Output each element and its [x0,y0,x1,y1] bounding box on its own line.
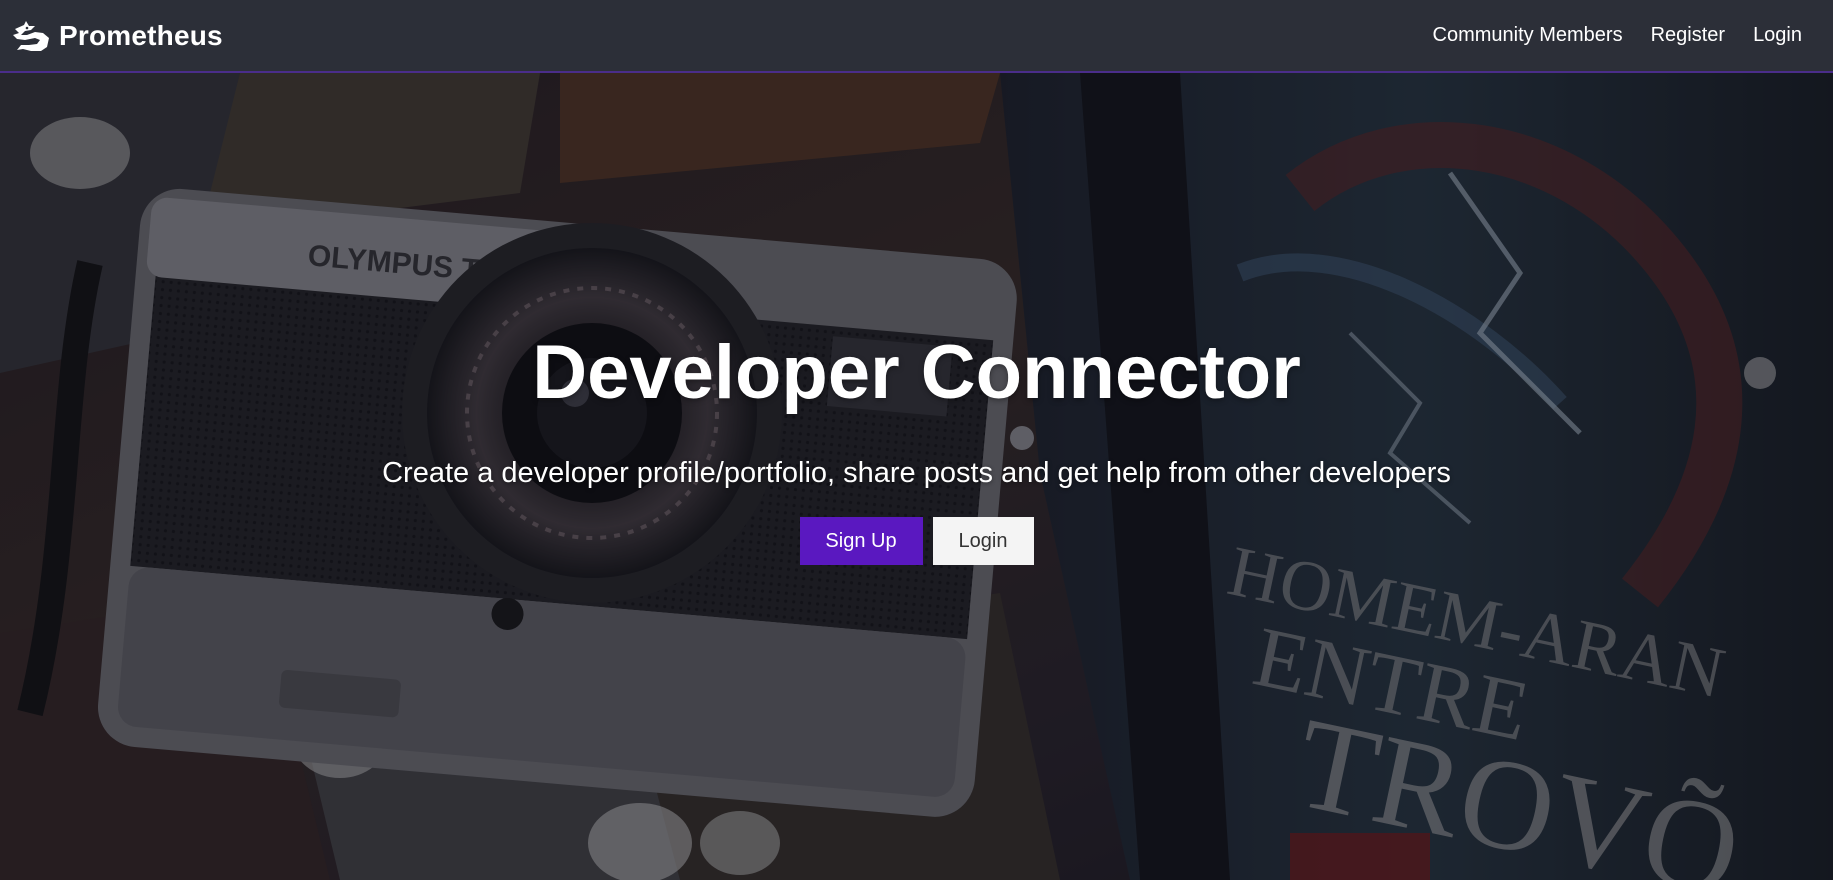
nav-link-login[interactable]: Login [1753,24,1802,47]
landing-hero: HOMEM-ARAN ENTRE TROVÕ OLYMPUS TRIP Deve… [0,73,1833,880]
sign-up-button[interactable]: Sign Up [799,517,923,565]
hero-content: Developer Connector Create a developer p… [0,73,1833,880]
nav-link-register[interactable]: Register [1651,24,1725,47]
hero-buttons: Sign Up Login [0,517,1833,565]
login-button[interactable]: Login [932,517,1034,565]
brand-link[interactable]: Prometheus [11,20,223,52]
hero-title: Developer Connector [532,330,1301,415]
hero-lead: Create a developer profile/portfolio, sh… [382,457,1451,489]
nav-links: Community Members Register Login [1433,24,1802,47]
nav-link-community-members[interactable]: Community Members [1433,24,1623,47]
dragon-logo-icon [13,20,49,51]
navbar: Prometheus Community Members Register Lo… [0,0,1833,73]
brand-name: Prometheus [59,19,223,51]
